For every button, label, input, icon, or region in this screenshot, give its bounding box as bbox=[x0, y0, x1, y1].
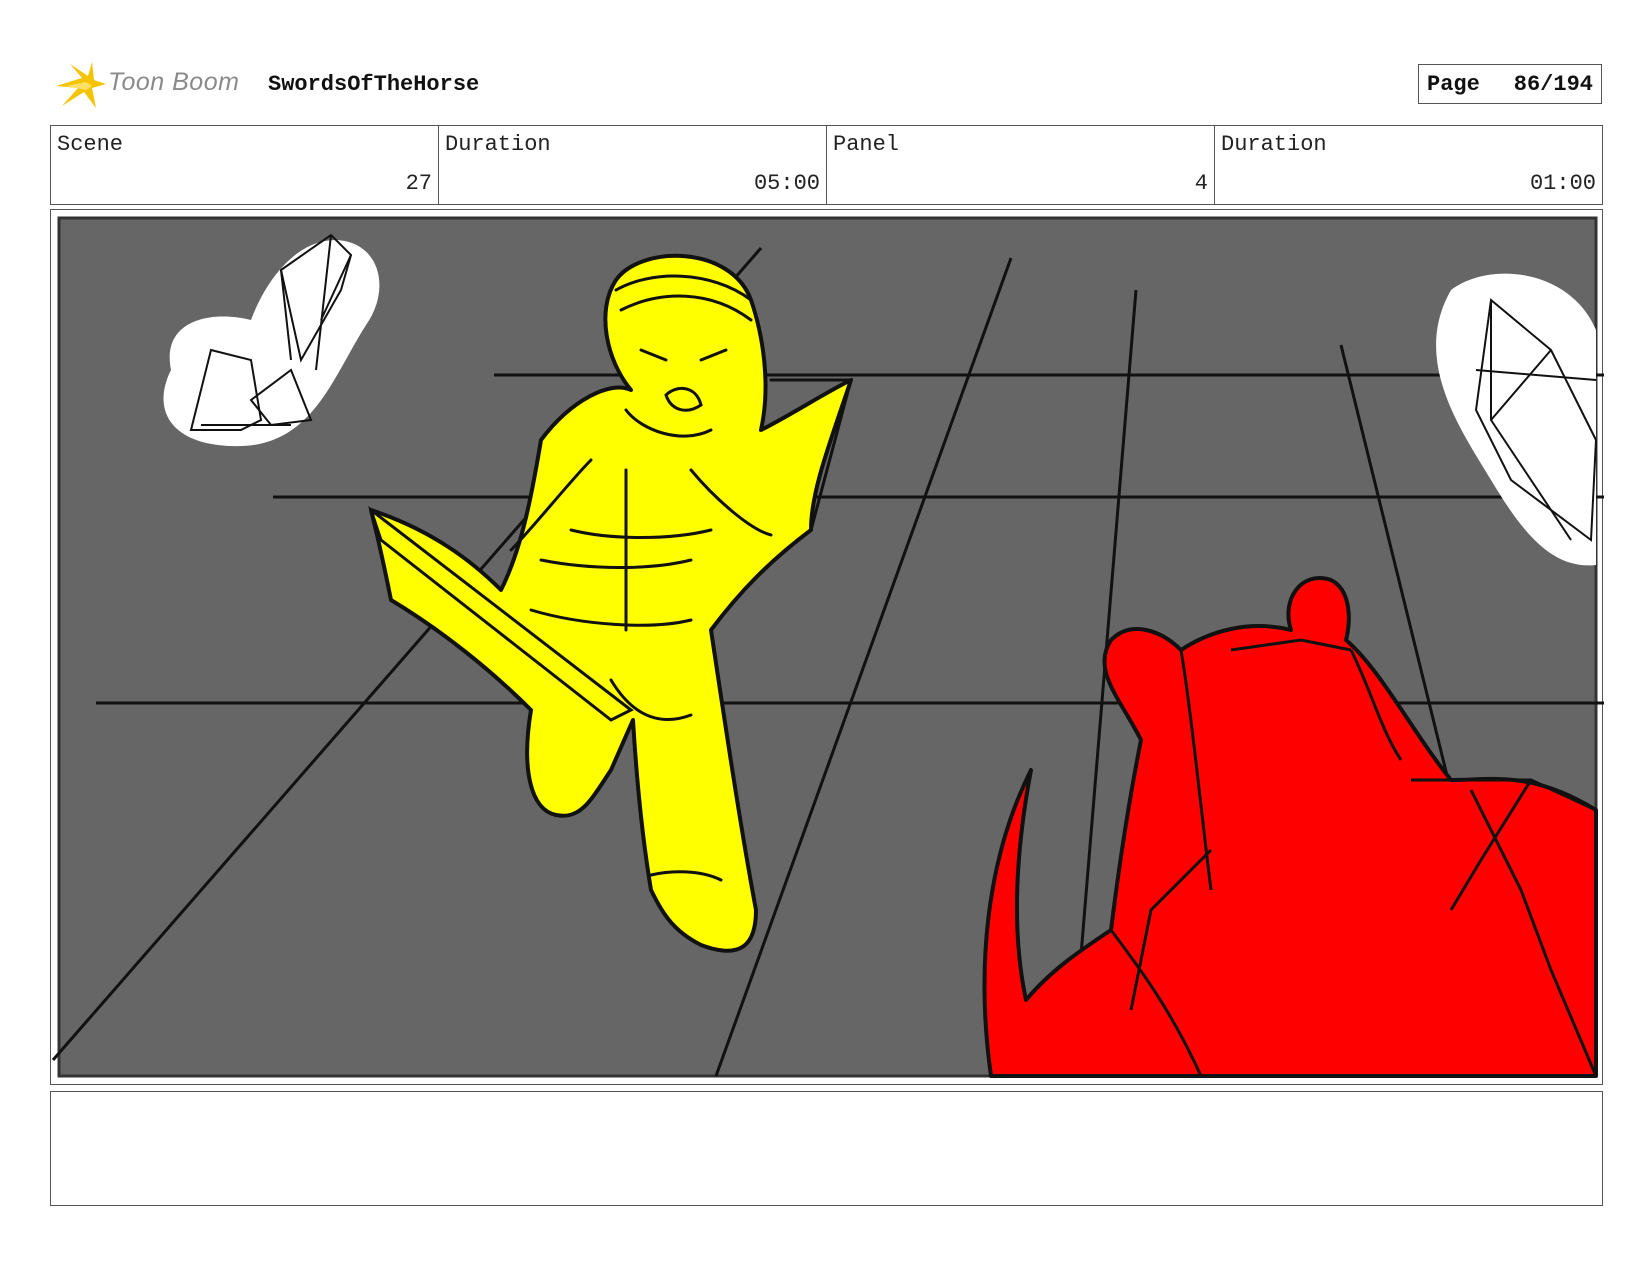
panel-label: Panel bbox=[833, 132, 900, 157]
panel-info-table: Scene 27 Duration 05:00 Panel 4 Duration… bbox=[50, 125, 1603, 205]
scene-label: Scene bbox=[57, 132, 124, 157]
panel-cell: Panel 4 bbox=[827, 126, 1215, 204]
panel-value: 4 bbox=[1194, 171, 1208, 196]
toon-boom-logo: Toon Boom bbox=[52, 58, 252, 114]
panel-duration-value: 01:00 bbox=[1529, 171, 1596, 196]
scene-duration-cell: Duration 05:00 bbox=[439, 126, 827, 204]
project-title: SwordsOfTheHorse bbox=[268, 72, 480, 97]
page-label: Page bbox=[1427, 71, 1480, 97]
panel-drawing bbox=[51, 216, 1604, 1078]
logo-burst-icon bbox=[56, 62, 106, 108]
scene-duration-value: 05:00 bbox=[753, 171, 820, 196]
panel-notes-box bbox=[50, 1091, 1603, 1206]
page-indicator: Page 86/194 bbox=[1418, 64, 1602, 104]
scene-duration-label: Duration bbox=[445, 132, 551, 157]
scene-value: 27 bbox=[405, 171, 432, 196]
panel-duration-label: Duration bbox=[1221, 132, 1327, 157]
storyboard-panel bbox=[50, 209, 1604, 1085]
page-number: 86/194 bbox=[1513, 71, 1593, 97]
scene-cell: Scene 27 bbox=[51, 126, 439, 204]
logo-text: Toon Boom bbox=[108, 68, 240, 96]
panel-duration-cell: Duration 01:00 bbox=[1215, 126, 1602, 204]
